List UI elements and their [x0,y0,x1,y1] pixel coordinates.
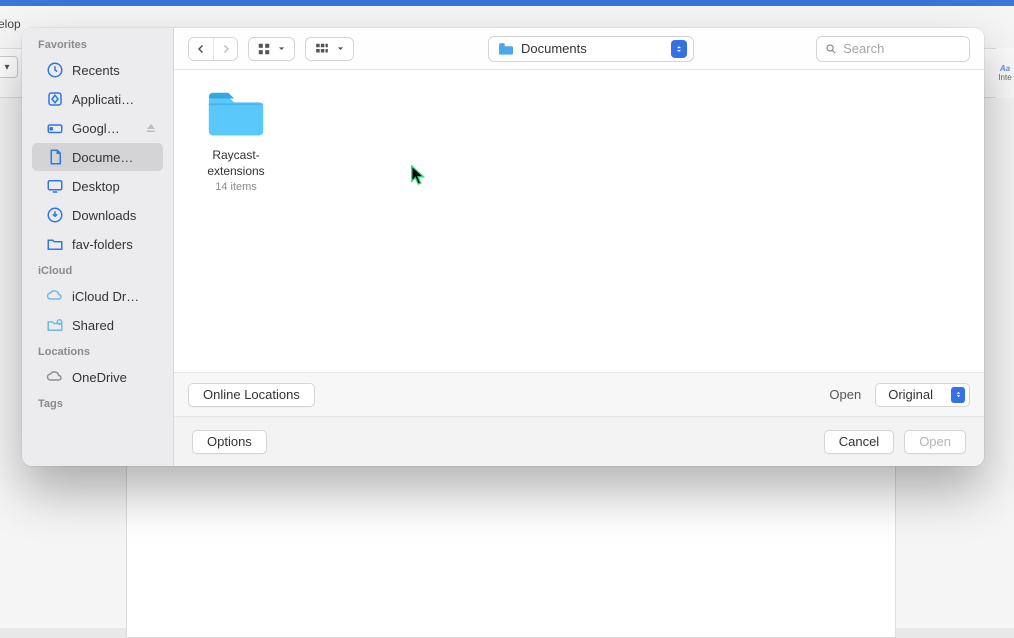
updown-arrows-icon [951,387,965,403]
search-icon [825,42,837,56]
sidebar-item-applications[interactable]: Applicati… [32,85,163,113]
updown-arrows-icon [671,40,687,58]
sidebar-section-icloud: iCloud iCloud Dr… Shared [22,259,173,339]
sidebar[interactable]: Favorites Recents Applicati… Googl… [22,28,174,466]
online-locations-label: Online Locations [203,387,300,402]
applications-icon [46,90,64,108]
sidebar-header-locations: Locations [26,340,169,362]
sidebar-item-label: Shared [72,318,155,333]
documents-icon [46,148,64,166]
forward-button[interactable] [213,38,237,60]
sidebar-section-favorites: Favorites Recents Applicati… Googl… [22,33,173,258]
cancel-button[interactable]: Cancel [824,430,894,454]
sidebar-item-desktop[interactable]: Desktop [32,172,163,200]
search-box[interactable] [816,36,970,62]
sidebar-item-shared[interactable]: Shared [32,311,163,339]
file-content-area[interactable]: Raycast-extensions 14 items [174,70,984,372]
sidebar-section-locations: Locations OneDrive [22,340,173,391]
nav-buttons [188,37,238,61]
online-locations-button[interactable]: Online Locations [188,383,315,407]
open-button[interactable]: Open [904,430,966,454]
sidebar-item-label: Googl… [72,121,155,136]
file-name: Raycast-extensions [192,148,280,179]
bg-dropdown-icon: ▾ [0,56,18,78]
cancel-button-label: Cancel [839,434,879,449]
sidebar-item-label: Desktop [72,179,155,194]
sidebar-item-label: Applicati… [72,92,155,107]
file-meta: 14 items [215,181,257,193]
sidebar-item-downloads[interactable]: Downloads [32,201,163,229]
sidebar-item-label: Downloads [72,208,155,223]
file-item[interactable]: Raycast-extensions 14 items [192,88,280,193]
sidebar-item-documents[interactable]: Docume… [32,143,163,171]
dialog-toolbar: Documents [174,28,984,70]
sidebar-item-label: Recents [72,63,155,78]
file-open-dialog: Favorites Recents Applicati… Googl… [22,28,984,466]
options-bar: Online Locations Open Original [174,372,984,416]
sidebar-section-tags: Tags [22,392,173,414]
downloads-icon [46,206,64,224]
background-tab-text: elop [0,17,21,31]
sidebar-item-icloud-drive[interactable]: iCloud Dr… [32,282,163,310]
folder-icon [497,42,515,56]
sidebar-item-favfolders[interactable]: fav-folders [32,230,163,258]
sidebar-item-label: fav-folders [72,237,155,252]
sidebar-item-label: Docume… [72,150,155,165]
background-right-label-a: Aa [1000,64,1010,73]
buttons-bar: Options Cancel Open [174,416,984,466]
shared-icon [46,316,64,334]
open-mode-select[interactable]: Original [875,383,970,407]
folder-icon [46,235,64,253]
open-mode-label: Open [829,387,861,402]
location-popup[interactable]: Documents [488,36,694,62]
sidebar-item-label: OneDrive [72,370,155,385]
chevron-down-icon [336,44,345,53]
sidebar-header-tags: Tags [26,392,169,414]
icloud-icon [46,287,64,305]
options-button[interactable]: Options [192,430,267,454]
clock-icon [46,61,64,79]
chevron-down-icon [277,44,286,53]
group-icon [314,42,330,56]
location-label: Documents [521,41,587,56]
cloud-icon [46,368,64,386]
open-button-label: Open [919,434,951,449]
sidebar-item-recents[interactable]: Recents [32,56,163,84]
sidebar-header-favorites: Favorites [26,33,169,55]
background-right-panel: Aa Inte [996,48,1014,98]
grid-icon [257,42,271,56]
sidebar-item-onedrive[interactable]: OneDrive [32,363,163,391]
options-button-label: Options [207,434,252,449]
eject-icon[interactable] [145,122,157,134]
sidebar-item-google[interactable]: Googl… [32,114,163,142]
back-button[interactable] [189,38,213,60]
google-drive-icon [46,119,64,137]
group-mode-select[interactable] [305,37,354,61]
view-mode-select[interactable] [248,37,295,61]
background-right-label-b: Inte [998,73,1011,82]
sidebar-header-icloud: iCloud [26,259,169,281]
sidebar-item-label: iCloud Dr… [72,289,155,304]
dialog-main: Documents Raycast-ext [174,28,984,466]
open-mode-value: Original [888,387,933,402]
folder-icon [205,88,267,140]
search-input[interactable] [843,41,961,56]
desktop-icon [46,177,64,195]
mouse-cursor-icon [410,164,428,186]
